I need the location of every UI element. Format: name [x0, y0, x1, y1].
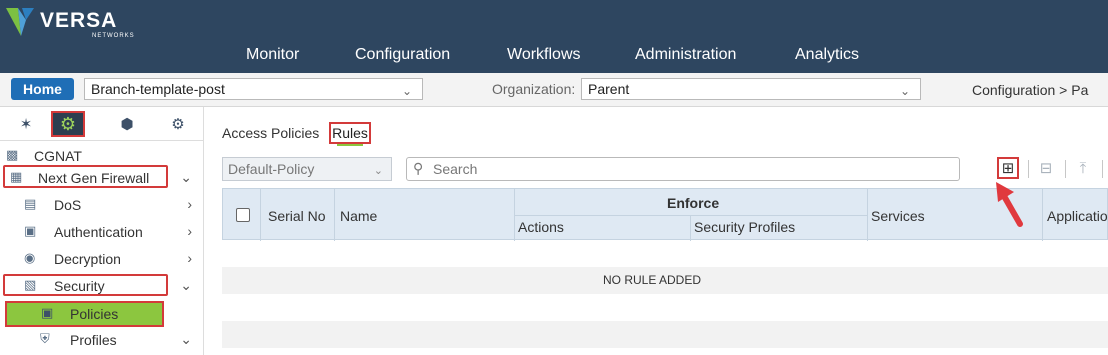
sidebar-icon-tabs: ✶ ⚙ ⬢ ⚙	[0, 107, 204, 141]
tab-access-policies[interactable]: Access Policies	[222, 125, 319, 141]
nav-monitor[interactable]: Monitor	[246, 46, 299, 64]
lock-icon: ◉	[24, 250, 36, 265]
top-header: VERSA NETWORKS Monitor Configuration Wor…	[0, 0, 1108, 73]
chevron-down-icon: ⌄	[899, 84, 910, 98]
table-row	[222, 240, 1108, 267]
sidebar-item-label: DoS	[54, 197, 82, 213]
nav-configuration[interactable]: Configuration	[355, 46, 450, 64]
column-divider	[260, 189, 261, 241]
nav-workflows[interactable]: Workflows	[507, 46, 581, 64]
table-header: Serial No Name Enforce Actions Security …	[222, 188, 1108, 241]
gear-icon[interactable]: ⚙	[51, 111, 85, 137]
chevron-down-icon: ⌄	[180, 331, 192, 347]
column-header-security-profiles[interactable]: Security Profiles	[694, 219, 795, 235]
move-top-button[interactable]: ⤒	[1072, 157, 1094, 179]
sidebar-item-next-gen-firewall[interactable]: ▦ Next Gen Firewall ⌄	[0, 166, 204, 192]
home-button[interactable]: Home	[11, 78, 74, 100]
table-row	[222, 321, 1108, 348]
brand-sub: NETWORKS	[92, 33, 135, 39]
column-header-enforce: Enforce	[667, 195, 720, 211]
sidebar-item-profiles[interactable]: ⛨ Profiles ⌄	[0, 328, 204, 354]
column-divider	[690, 215, 691, 241]
table-row	[222, 294, 1108, 321]
chevron-down-icon: ⌄	[401, 84, 412, 98]
sidebar-item-dos[interactable]: ▤ DoS ›	[0, 193, 204, 219]
column-header-applications[interactable]: Applicatio	[1047, 208, 1108, 224]
column-header-name[interactable]: Name	[340, 208, 377, 224]
template-select-value: Branch-template-post	[91, 81, 225, 97]
toolbar-divider	[1028, 160, 1029, 178]
sidebar-item-decryption[interactable]: ◉ Decryption ›	[0, 247, 204, 273]
policy-select-value: Default-Policy	[228, 161, 315, 177]
column-header-serial[interactable]: Serial No	[268, 208, 326, 224]
column-header-services[interactable]: Services	[871, 208, 925, 224]
globe-gear-icon[interactable]: ⚙	[161, 111, 195, 137]
auth-icon: ▣	[24, 223, 37, 238]
versa-logo: VERSA NETWORKS	[6, 6, 136, 40]
empty-table-message: NO RULE ADDED	[602, 273, 702, 287]
organization-label: Organization:	[492, 81, 576, 97]
sidebar-item-label: Next Gen Firewall	[38, 170, 150, 186]
cgnat-icon: ▩	[6, 147, 19, 162]
sidebar-item-policies[interactable]: ▣ Policies	[5, 301, 164, 327]
policy-icon: ▣	[41, 305, 54, 320]
policy-select[interactable]: Default-Policy ⌄	[222, 157, 392, 181]
toolbar-divider	[1065, 160, 1066, 178]
sidebar-item-label: CGNAT	[34, 148, 82, 164]
rules-toolbar: Default-Policy ⌄ ⚲ ⊞ ⊟ ⤒	[222, 157, 1108, 183]
firewall-icon: ▦	[10, 169, 23, 184]
context-bar: Home Branch-template-post ⌄ Organization…	[0, 73, 1108, 107]
brand-name: VERSA	[40, 9, 118, 32]
dos-icon: ▤	[24, 196, 37, 211]
chevron-down-icon: ⌄	[373, 165, 383, 177]
chevron-down-icon: ⌄	[180, 169, 192, 185]
search-icon: ⚲	[413, 160, 424, 176]
column-divider	[334, 189, 335, 241]
left-sidebar: ✶ ⚙ ⬢ ⚙ ▩ CGNAT ▦ Next Gen Firewall ⌄ ▤ …	[0, 107, 204, 355]
sidebar-item-label: Policies	[70, 306, 119, 322]
shield-icon: ⛨	[40, 331, 50, 346]
toolbar-divider	[1102, 160, 1103, 178]
search-input[interactable]	[433, 160, 933, 178]
nav-analytics[interactable]: Analytics	[795, 46, 859, 64]
cube-icon[interactable]: ⬢	[110, 111, 144, 137]
template-select[interactable]: Branch-template-post ⌄	[84, 78, 423, 100]
main-content: Access Policies Rules Default-Policy ⌄ ⚲…	[205, 107, 1108, 355]
organization-select[interactable]: Parent ⌄	[581, 78, 921, 100]
active-tab-underline	[337, 144, 363, 146]
column-header-actions[interactable]: Actions	[518, 219, 564, 235]
organization-select-value: Parent	[588, 81, 630, 97]
add-rule-button[interactable]: ⊞	[997, 157, 1019, 179]
network-icon[interactable]: ✶	[9, 111, 43, 137]
breadcrumb[interactable]: Configuration > Pa	[972, 82, 1088, 98]
chevron-right-icon: ›	[187, 196, 192, 212]
versa-logo-mark	[6, 8, 34, 36]
delete-rule-button[interactable]: ⊟	[1035, 157, 1057, 179]
select-all-checkbox[interactable]	[236, 208, 250, 222]
column-divider	[1042, 189, 1043, 241]
tab-rules[interactable]: Rules	[329, 122, 371, 146]
sidebar-item-label: Decryption	[54, 251, 121, 267]
sidebar-item-label: Profiles	[70, 332, 117, 348]
sidebar-item-authentication[interactable]: ▣ Authentication ›	[0, 220, 204, 246]
chevron-right-icon: ›	[187, 223, 192, 239]
column-divider	[867, 189, 868, 241]
rules-table: Serial No Name Enforce Actions Security …	[222, 188, 1108, 355]
sidebar-item-label: Authentication	[54, 224, 143, 240]
tab-rules-label: Rules	[332, 125, 368, 141]
nav-administration[interactable]: Administration	[635, 46, 736, 64]
annotation-arrow-icon	[996, 182, 1023, 227]
chevron-right-icon: ›	[187, 250, 192, 266]
search-box: ⚲	[406, 157, 960, 181]
